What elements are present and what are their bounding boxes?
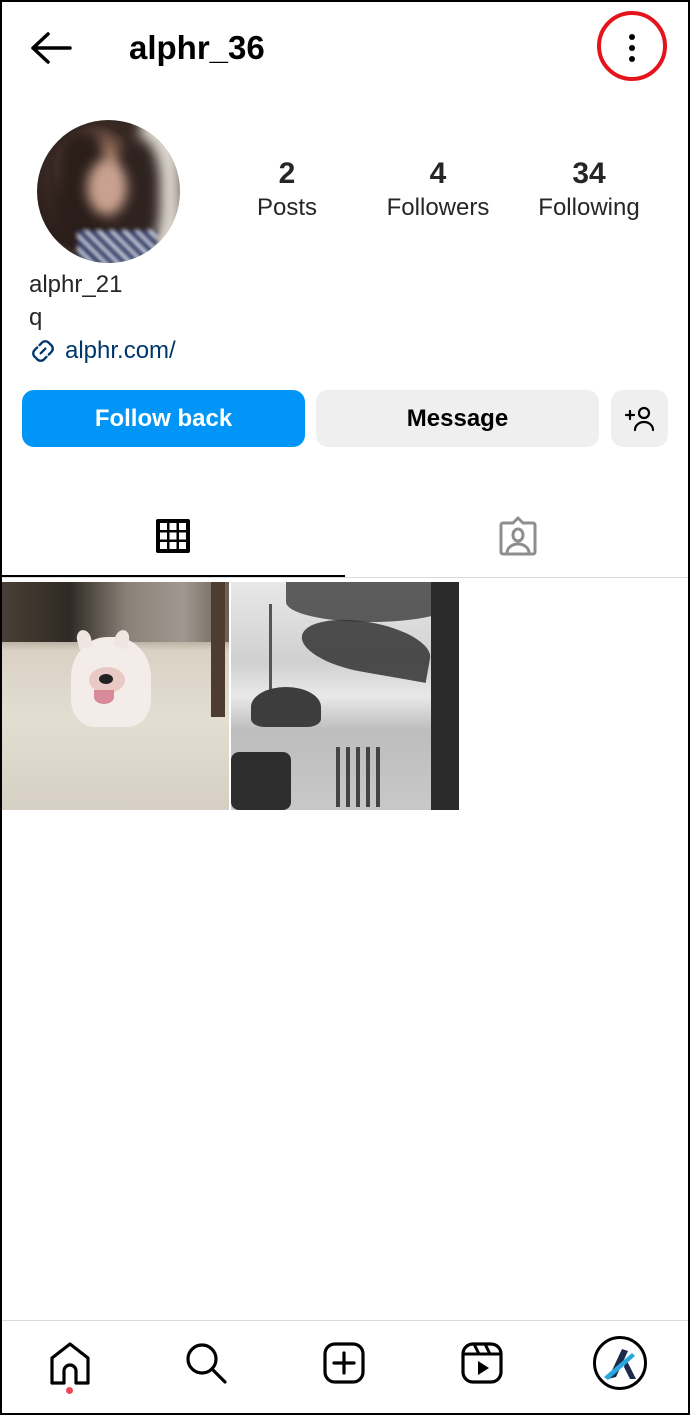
dog-nose [99,674,113,684]
arrow-left-icon [31,32,72,64]
profile-bio: q [29,304,43,331]
top-bar: alphr_36 [0,0,690,96]
stat-value: 2 [278,157,296,190]
more-vertical-icon [629,34,635,40]
tabs-divider [0,577,690,578]
suggested-people-button[interactable] [611,390,668,447]
more-options-button[interactable] [612,26,652,70]
nav-reels[interactable] [452,1335,512,1391]
back-button[interactable] [26,28,74,68]
plus-square-icon [323,1342,365,1384]
profile-tabs [0,495,690,579]
avatar-shirt [77,230,157,263]
bottom-navigation [0,1320,690,1415]
follow-back-button[interactable]: Follow back [22,390,305,447]
tab-posts-grid[interactable] [0,495,345,577]
profile-link[interactable]: alphr.com/ [29,336,176,366]
more-dot [629,45,635,51]
stat-value: 4 [429,157,447,190]
avatar-face [87,160,127,215]
profile-display-name: alphr_21 [29,271,123,298]
grid-icon [155,519,190,553]
stat-following[interactable]: 34 Following [514,155,664,223]
more-dot [629,56,635,62]
beach-sticks [336,747,381,807]
stat-label: Posts [256,194,318,221]
profile-link-text: alphr.com/ [65,337,176,364]
post-background [1,582,229,642]
tagged-person-icon [499,516,536,556]
stat-followers[interactable]: 4 Followers [363,155,513,223]
reels-icon [461,1342,503,1384]
tab-tagged[interactable] [345,495,690,577]
profile-stats: 2 Posts 4 Followers 34 Following [212,155,662,235]
search-icon [186,1343,227,1384]
link-icon [32,340,54,362]
post-wooden-post [211,582,225,717]
alphr-logo-icon [604,1349,636,1380]
nav-create[interactable] [314,1335,374,1391]
nav-search[interactable] [176,1335,236,1391]
beach-chair [231,752,291,810]
nav-home[interactable] [40,1335,100,1391]
profile-avatar[interactable] [37,120,180,263]
nav-profile[interactable] [590,1335,650,1391]
palm-trunk [431,582,459,810]
profile-username-title: alphr_36 [129,29,265,66]
stat-label: Followers [386,194,490,221]
add-person-icon [624,406,654,431]
palm-frond [297,611,435,683]
stat-label: Following [538,194,640,221]
post-thumbnail[interactable] [1,582,229,810]
home-icon [50,1342,90,1385]
notification-dot [66,1387,73,1394]
beach-rock [251,687,321,727]
message-button[interactable]: Message [316,390,599,447]
stat-value: 34 [572,157,606,190]
avatar-icon [593,1336,647,1390]
dog-tongue [94,690,114,704]
post-thumbnail[interactable] [231,582,459,810]
stat-posts[interactable]: 2 Posts [212,155,362,223]
